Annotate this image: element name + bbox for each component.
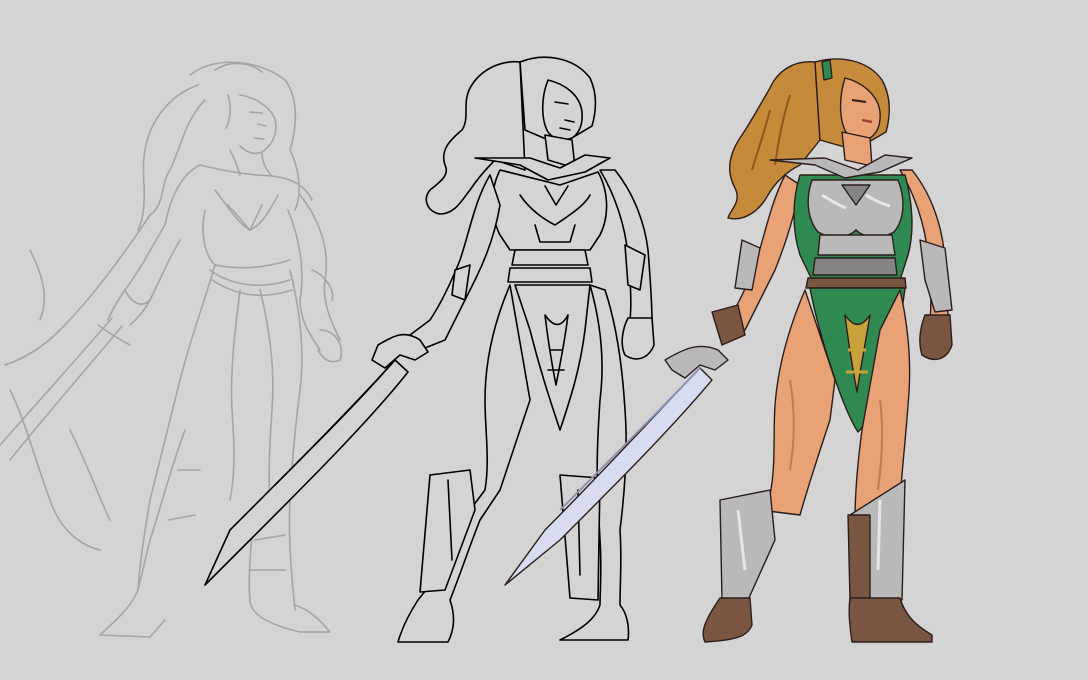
artwork-canvas (0, 0, 1088, 680)
character-progression-illustration (0, 56, 953, 643)
sketch-figure (0, 61, 342, 638)
lineart-figure (204, 56, 655, 643)
